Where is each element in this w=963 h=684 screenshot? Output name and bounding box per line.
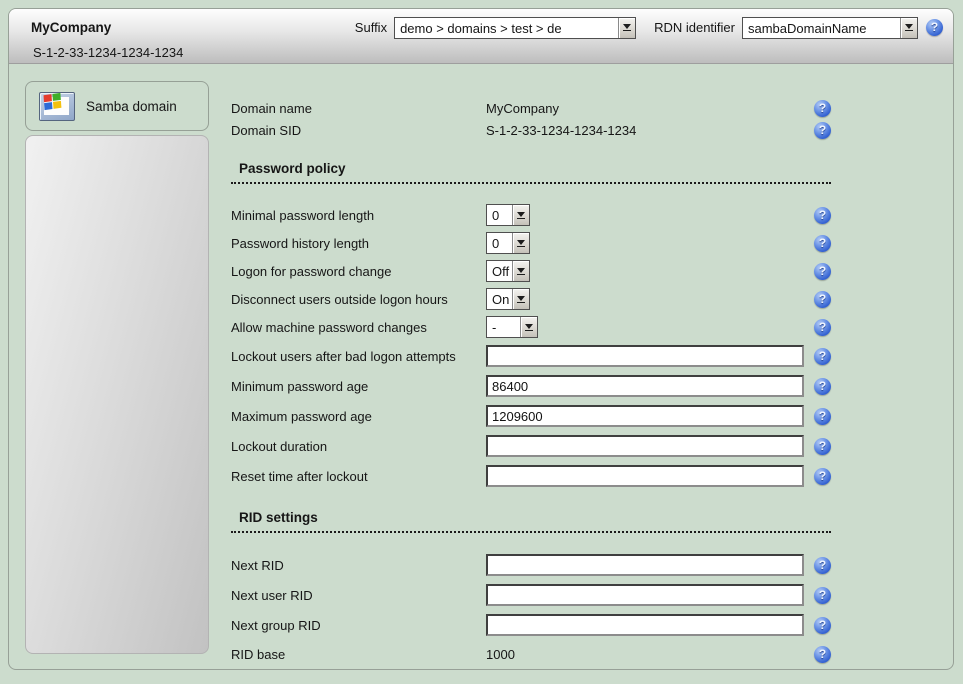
password-history-length-value: 0 [487, 233, 512, 253]
domain-sid-label: Domain SID [231, 123, 486, 138]
reset-time-after-lockout-row: Reset time after lockout ? [231, 464, 831, 488]
next-rid-row: Next RID ? [231, 553, 831, 577]
help-icon[interactable]: ? [814, 207, 831, 224]
suffix-select[interactable]: demo > domains > test > de [394, 17, 636, 39]
help-icon[interactable]: ? [814, 100, 831, 117]
domain-name-row: Domain name MyCompany ? [231, 97, 831, 119]
suffix-select-value: demo > domains > test > de [395, 18, 618, 38]
rid-base-label: RID base [231, 647, 486, 662]
next-group-rid-row: Next group RID ? [231, 613, 831, 637]
windows-logo-icon [39, 92, 75, 121]
main-window: MyCompany Suffix demo > domains > test >… [8, 8, 954, 670]
chevron-down-icon [512, 233, 529, 253]
allow-machine-password-changes-value: - [487, 317, 520, 337]
password-history-length-row: Password history length 0 ? [231, 232, 831, 254]
password-history-length-label: Password history length [231, 236, 486, 251]
maximum-password-age-input[interactable] [486, 405, 804, 427]
rid-settings-section-title: RID settings [231, 508, 831, 533]
allow-machine-password-changes-select[interactable]: - [486, 316, 538, 338]
help-icon[interactable]: ? [814, 235, 831, 252]
reset-time-after-lockout-input[interactable] [486, 465, 804, 487]
minimal-password-length-row: Minimal password length 0 ? [231, 204, 831, 226]
rid-base-value: 1000 [486, 647, 515, 662]
disconnect-users-select[interactable]: On [486, 288, 530, 310]
lockout-duration-row: Lockout duration ? [231, 434, 831, 458]
domain-sid-value: S-1-2-33-1234-1234-1234 [486, 123, 636, 138]
minimum-password-age-label: Minimum password age [231, 379, 486, 394]
reset-time-after-lockout-label: Reset time after lockout [231, 469, 486, 484]
domain-name-label: Domain name [231, 101, 486, 116]
help-icon[interactable]: ? [814, 348, 831, 365]
chevron-down-icon [520, 317, 537, 337]
help-icon[interactable]: ? [814, 557, 831, 574]
help-icon[interactable]: ? [814, 587, 831, 604]
help-icon[interactable]: ? [814, 122, 831, 139]
title-bar: MyCompany Suffix demo > domains > test >… [9, 9, 953, 64]
help-icon[interactable]: ? [814, 438, 831, 455]
help-icon[interactable]: ? [814, 408, 831, 425]
logon-for-password-change-label: Logon for password change [231, 264, 486, 279]
next-user-rid-input[interactable] [486, 584, 804, 606]
chevron-down-icon [512, 205, 529, 225]
allow-machine-password-changes-row: Allow machine password changes - ? [231, 316, 831, 338]
chevron-down-icon [512, 289, 529, 309]
maximum-password-age-label: Maximum password age [231, 409, 486, 424]
next-user-rid-row: Next user RID ? [231, 583, 831, 607]
help-icon[interactable]: ? [814, 263, 831, 280]
minimal-password-length-value: 0 [487, 205, 512, 225]
help-icon[interactable]: ? [814, 468, 831, 485]
help-icon[interactable]: ? [926, 19, 943, 36]
lockout-bad-logon-row: Lockout users after bad logon attempts ? [231, 344, 831, 368]
maximum-password-age-row: Maximum password age ? [231, 404, 831, 428]
next-rid-input[interactable] [486, 554, 804, 576]
allow-machine-password-changes-label: Allow machine password changes [231, 320, 486, 335]
chevron-down-icon [618, 18, 635, 38]
logon-for-password-change-row: Logon for password change Off ? [231, 260, 831, 282]
suffix-label: Suffix [355, 20, 387, 35]
password-policy-section-title: Password policy [231, 159, 831, 184]
rdn-select-value: sambaDomainName [743, 18, 900, 38]
logon-for-password-change-value: Off [487, 261, 512, 281]
minimal-password-length-label: Minimal password length [231, 208, 486, 223]
rid-base-row: RID base 1000 ? [231, 643, 831, 665]
help-icon[interactable]: ? [814, 291, 831, 308]
page-title: MyCompany [31, 20, 355, 35]
minimum-password-age-input[interactable] [486, 375, 804, 397]
rdn-identifier-label: RDN identifier [654, 20, 735, 35]
tab-samba-domain[interactable]: Samba domain [25, 81, 209, 131]
logon-for-password-change-select[interactable]: Off [486, 260, 530, 282]
rdn-identifier-select[interactable]: sambaDomainName [742, 17, 918, 39]
lockout-bad-logon-input[interactable] [486, 345, 804, 367]
help-icon[interactable]: ? [814, 319, 831, 336]
disconnect-users-value: On [487, 289, 512, 309]
sidebar-panel [25, 135, 209, 654]
chevron-down-icon [900, 18, 917, 38]
help-icon[interactable]: ? [814, 378, 831, 395]
minimum-password-age-row: Minimum password age ? [231, 374, 831, 398]
chevron-down-icon [512, 261, 529, 281]
help-icon[interactable]: ? [814, 646, 831, 663]
disconnect-users-row: Disconnect users outside logon hours On … [231, 288, 831, 310]
samba-domain-form: Domain name MyCompany ? Domain SID S-1-2… [231, 97, 831, 670]
lockout-duration-input[interactable] [486, 435, 804, 457]
lockout-bad-logon-label: Lockout users after bad logon attempts [231, 349, 486, 364]
samba-domain-page: { "icons": { "help_glyph": "?" }, "title… [0, 0, 963, 684]
next-group-rid-label: Next group RID [231, 618, 486, 633]
next-user-rid-label: Next user RID [231, 588, 486, 603]
domain-sid-subtitle: S-1-2-33-1234-1234-1234 [33, 45, 183, 60]
next-rid-label: Next RID [231, 558, 486, 573]
tab-samba-domain-label: Samba domain [86, 99, 177, 114]
next-group-rid-input[interactable] [486, 614, 804, 636]
domain-sid-row: Domain SID S-1-2-33-1234-1234-1234 ? [231, 119, 831, 141]
minimal-password-length-select[interactable]: 0 [486, 204, 530, 226]
lockout-duration-label: Lockout duration [231, 439, 486, 454]
domain-name-value: MyCompany [486, 101, 559, 116]
disconnect-users-label: Disconnect users outside logon hours [231, 292, 486, 307]
password-history-length-select[interactable]: 0 [486, 232, 530, 254]
help-icon[interactable]: ? [814, 617, 831, 634]
